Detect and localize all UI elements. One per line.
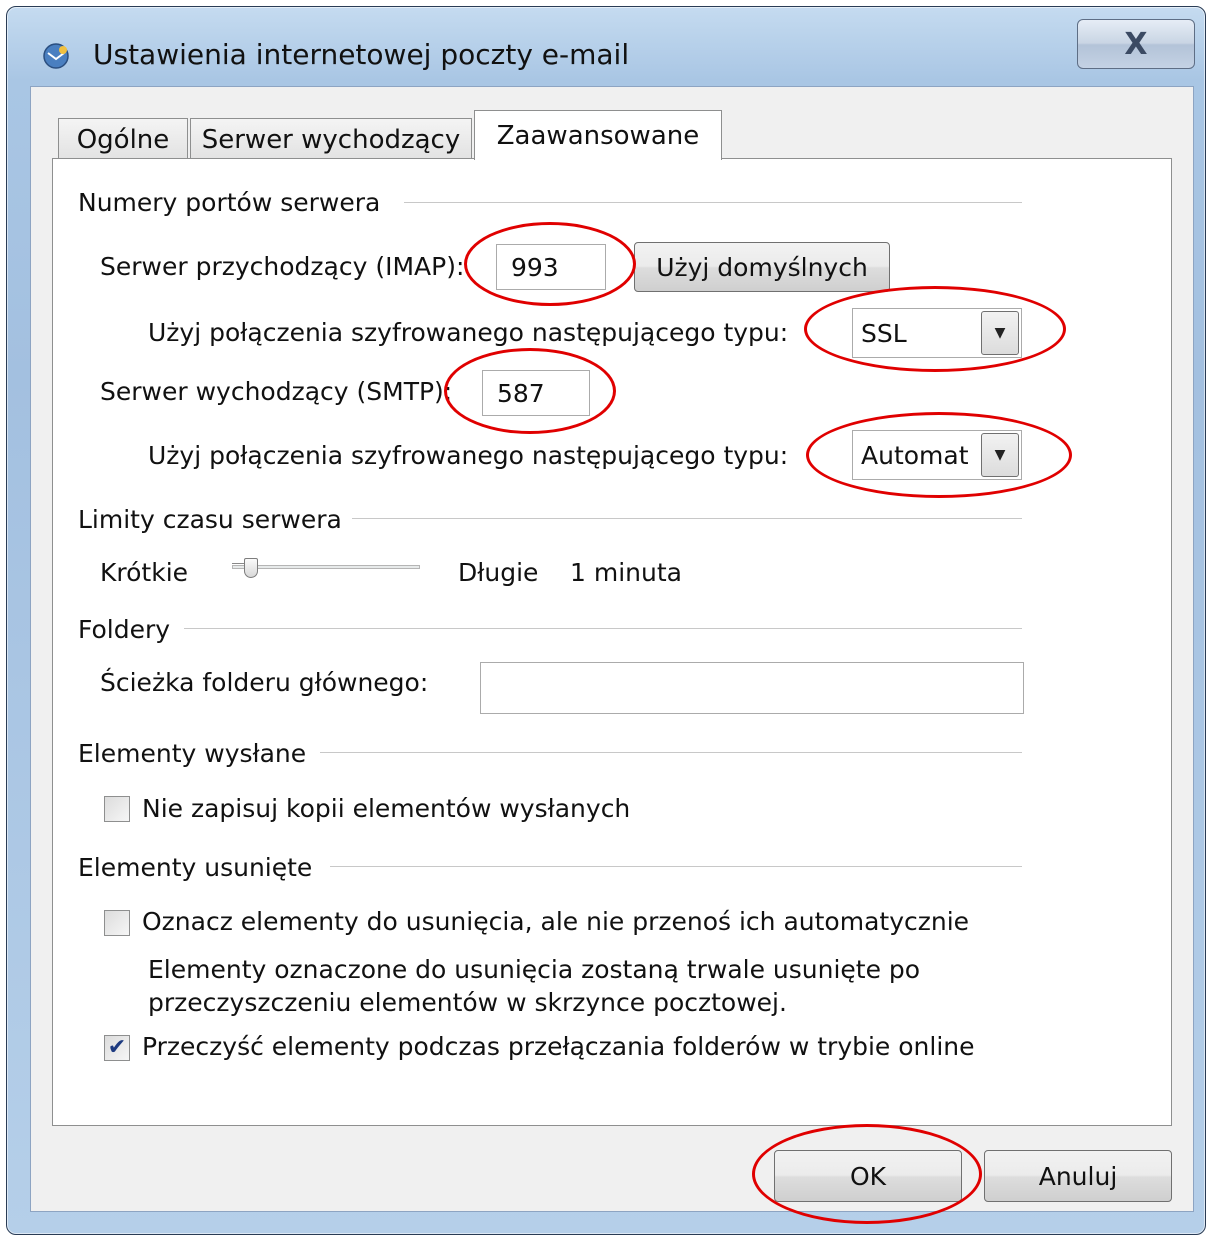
cancel-button[interactable]: Anuluj	[984, 1150, 1172, 1202]
smtp-encryption-select[interactable]: Automat ▼	[852, 430, 1022, 480]
group-label-deleted-items: Elementy usunięte	[78, 853, 313, 882]
purge-items-checkbox[interactable]: ✔	[104, 1035, 130, 1061]
group-label-sent-items: Elementy wysłane	[78, 739, 307, 768]
group-divider	[352, 518, 1022, 519]
timeout-short-label: Krótkie	[100, 558, 189, 587]
smtp-encryption-value: Automat	[861, 440, 969, 470]
group-label-folders: Foldery	[78, 615, 171, 644]
smtp-port-input[interactable]: 587	[482, 370, 590, 416]
group-label-timeouts: Limity czasu serwera	[78, 505, 342, 534]
chevron-down-icon[interactable]: ▼	[981, 433, 1019, 477]
imap-encryption-label: Użyj połączenia szyfrowanego następujące…	[148, 318, 789, 347]
group-divider	[330, 866, 1022, 867]
use-defaults-button[interactable]: Użyj domyślnych	[634, 242, 890, 292]
deletion-note-line1: Elementy oznaczone do usunięcia zostaną …	[148, 955, 921, 984]
imap-encryption-value: SSL	[861, 318, 907, 348]
group-divider	[184, 628, 1022, 629]
group-divider	[404, 202, 1022, 203]
smtp-encryption-label: Użyj połączenia szyfrowanego następujące…	[148, 441, 789, 470]
root-folder-input[interactable]	[480, 662, 1024, 714]
mark-for-deletion-checkbox[interactable]	[104, 910, 130, 936]
group-divider	[320, 752, 1022, 753]
timeout-long-label: Długie	[458, 558, 539, 587]
smtp-port-label: Serwer wychodzący (SMTP):	[100, 377, 453, 406]
imap-port-label: Serwer przychodzący (IMAP):	[100, 252, 465, 281]
slider-tick	[232, 563, 244, 564]
ok-button[interactable]: OK	[774, 1150, 962, 1202]
timeout-slider[interactable]	[232, 565, 420, 569]
mark-for-deletion-label: Oznacz elementy do usunięcia, ale nie pr…	[142, 907, 970, 936]
group-label-ports: Numery portów serwera	[78, 188, 381, 217]
timeout-slider-thumb[interactable]	[244, 558, 259, 578]
dont-save-sent-checkbox[interactable]	[104, 796, 130, 822]
deletion-note-line2: przeczyszczeniu elementów w skrzynce poc…	[148, 988, 787, 1017]
chevron-down-icon[interactable]: ▼	[981, 311, 1019, 355]
purge-items-label: Przeczyść elementy podczas przełączania …	[142, 1032, 975, 1061]
imap-encryption-select[interactable]: SSL ▼	[852, 308, 1022, 358]
timeout-value: 1 minuta	[570, 558, 682, 587]
root-folder-label: Ścieżka folderu głównego:	[100, 668, 429, 697]
imap-port-input[interactable]: 993	[496, 244, 606, 290]
dont-save-sent-label: Nie zapisuj kopii elementów wysłanych	[142, 794, 631, 823]
